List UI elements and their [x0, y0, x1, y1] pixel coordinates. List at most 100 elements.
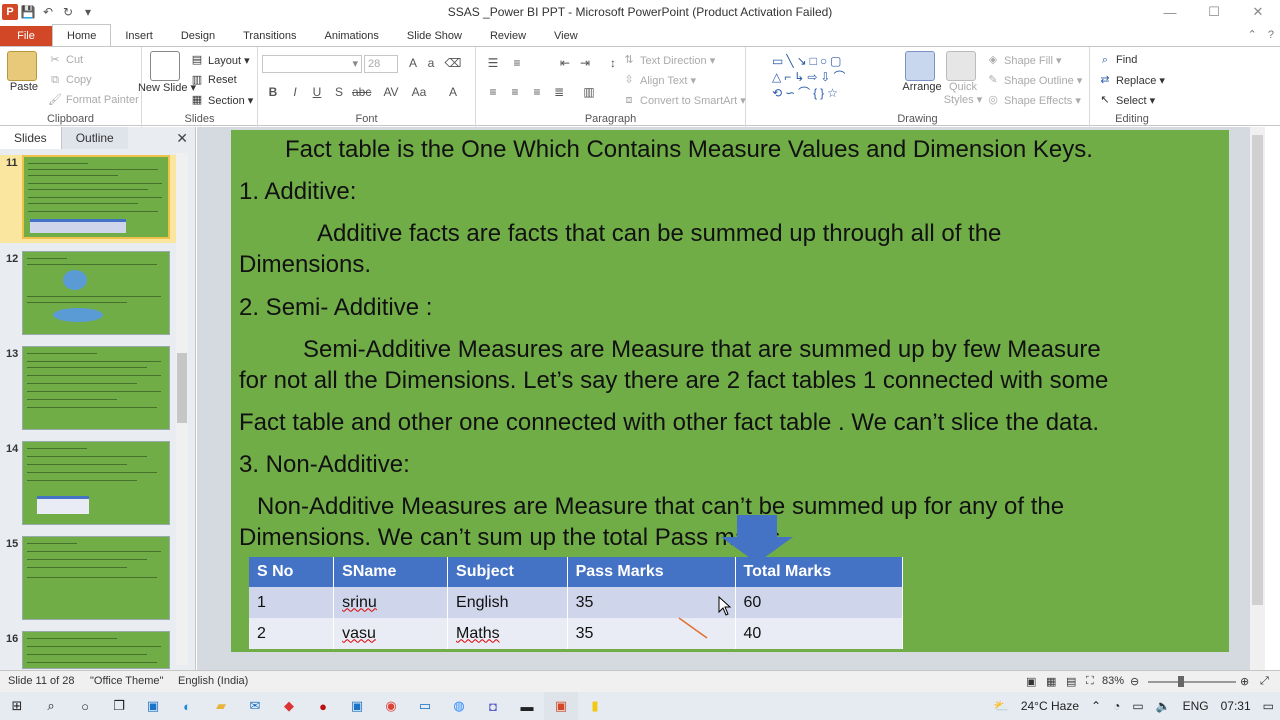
shape-effects-button[interactable]: ◎ Shape Effects ▾ — [986, 93, 1081, 107]
notifications-icon[interactable]: ▭ — [1263, 699, 1274, 713]
language[interactable]: English (India) — [178, 675, 248, 687]
numbering-icon[interactable]: ≡ — [508, 56, 526, 70]
reset-button[interactable]: ▥ Reset — [190, 73, 237, 87]
file-explorer-icon[interactable]: ▰ — [204, 692, 238, 720]
close-button[interactable]: ✕ — [1236, 0, 1280, 24]
line-shape-icon[interactable]: ╲ — [786, 54, 796, 68]
input-language[interactable]: ENG — [1183, 699, 1209, 713]
down-arrow-shape-icon[interactable]: ⇩ — [820, 70, 833, 84]
battery-icon[interactable]: ▭ — [1132, 699, 1143, 713]
decrease-indent-icon[interactable]: ⇤ — [556, 56, 574, 70]
minimize-ribbon-icon[interactable]: ⌃ — [1248, 29, 1257, 41]
shrink-font-icon[interactable]: a — [422, 56, 440, 70]
textbox-shape-icon[interactable]: ▭ — [772, 54, 786, 68]
bullets-icon[interactable]: ☰ — [484, 56, 502, 70]
arrow-line-shape-icon[interactable]: ↘ — [797, 54, 810, 68]
chrome-icon[interactable]: ◉ — [374, 692, 408, 720]
slide-sorter-icon[interactable]: ▦ — [1046, 675, 1056, 688]
windows-start-icon[interactable]: ⊞ — [0, 692, 34, 720]
font-name-box[interactable]: ▾ — [262, 55, 362, 73]
tab-file[interactable]: File — [0, 26, 52, 46]
columns-icon[interactable]: ▥ — [580, 85, 598, 99]
grow-font-icon[interactable]: A — [404, 56, 422, 70]
edge-icon[interactable]: ◐ — [170, 692, 204, 720]
text-direction-button[interactable]: ⇅ Text Direction ▾ — [622, 53, 715, 67]
new-slide-button[interactable]: New Slide ▾ — [138, 51, 196, 94]
store-icon[interactable]: ▣ — [136, 692, 170, 720]
bold-icon[interactable]: B — [264, 85, 282, 99]
slide-canvas[interactable]: Fact table is the One Which Contains Mea… — [231, 130, 1229, 652]
oval-shape-icon[interactable]: ○ — [820, 54, 830, 68]
tab-animations[interactable]: Animations — [311, 26, 393, 46]
tray-chevron-icon[interactable]: ⌃ — [1091, 699, 1101, 713]
align-center-icon[interactable]: ≡ — [506, 85, 524, 99]
panel-scrollbar-thumb[interactable] — [177, 353, 187, 423]
section-button[interactable]: ▦ Section ▾ — [190, 93, 253, 107]
weather-icon[interactable]: ⛅ — [994, 699, 1009, 713]
align-left-icon[interactable]: ≡ — [484, 85, 502, 99]
tab-insert[interactable]: Insert — [111, 26, 167, 46]
increase-indent-icon[interactable]: ⇥ — [576, 56, 594, 70]
tab-home[interactable]: Home — [52, 24, 112, 46]
align-right-icon[interactable]: ≡ — [528, 85, 546, 99]
slide-thumbnail[interactable]: 14 — [0, 441, 180, 529]
panel-scrollbar[interactable] — [176, 153, 188, 665]
search-icon[interactable]: ⌕ — [34, 692, 68, 720]
tab-view[interactable]: View — [540, 26, 592, 46]
select-button[interactable]: ↖ Select ▾ — [1098, 93, 1155, 107]
powerbi-icon[interactable]: ▮ — [578, 692, 612, 720]
change-case-icon[interactable]: Aa — [410, 85, 428, 99]
tab-review[interactable]: Review — [476, 26, 540, 46]
font-size-box[interactable]: 28 — [364, 55, 398, 73]
format-painter-button[interactable]: 🖌 Format Painter — [48, 93, 139, 107]
normal-view-icon[interactable]: ▣ — [1026, 675, 1036, 688]
replace-button[interactable]: ⇄ Replace ▾ — [1098, 73, 1165, 87]
tab-slide-show[interactable]: Slide Show — [393, 26, 476, 46]
shapes-gallery[interactable]: ▭╲↘□○▢ △⌐↳⇨⇩⌒ ⟲∽⌒{}☆ — [772, 53, 888, 103]
clock[interactable]: 07:31 — [1221, 699, 1251, 713]
volume-icon[interactable]: 🔈 — [1156, 699, 1171, 713]
fit-slide-icon[interactable]: ⤢ — [1260, 675, 1269, 688]
star-shape-icon[interactable]: ☆ — [827, 86, 841, 100]
rectangle-shape-icon[interactable]: □ — [810, 54, 820, 68]
record-icon[interactable]: ● — [306, 692, 340, 720]
minimize-button[interactable]: — — [1148, 0, 1192, 24]
down-arrow-shape[interactable] — [721, 515, 793, 563]
rounded-rect-shape-icon[interactable]: ▢ — [830, 54, 844, 68]
justify-icon[interactable]: ≣ — [550, 85, 568, 99]
teams-icon[interactable]: ◘ — [476, 692, 510, 720]
shadow-icon[interactable]: S — [330, 85, 348, 99]
zoom-app-icon[interactable]: ◍ — [442, 692, 476, 720]
tab-outline[interactable]: Outline — [61, 127, 128, 149]
help-icon[interactable]: ? — [1268, 29, 1274, 41]
curve-shape-icon[interactable]: ∽ — [785, 86, 798, 100]
reading-view-icon[interactable]: ▤ — [1066, 675, 1076, 688]
tab-transitions[interactable]: Transitions — [229, 26, 310, 46]
quick-styles-button[interactable]: Quick Styles ▾ — [944, 51, 982, 106]
char-spacing-icon[interactable]: AV — [382, 85, 400, 99]
shape-outline-button[interactable]: ✎ Shape Outline ▾ — [986, 73, 1082, 87]
tab-design[interactable]: Design — [167, 26, 229, 46]
paste-button[interactable]: Paste — [6, 51, 42, 93]
slide-thumbnail[interactable]: 11 — [0, 155, 180, 243]
mail-icon[interactable]: ✉ — [238, 692, 272, 720]
close-panel-icon[interactable]: ✕ — [176, 130, 188, 147]
triangle-shape-icon[interactable]: △ — [772, 70, 784, 84]
vpn-icon[interactable]: ▣ — [340, 692, 374, 720]
slideshow-icon[interactable]: ⛶ — [1086, 675, 1094, 688]
elbow-arrow-icon[interactable]: ↳ — [794, 70, 807, 84]
convert-smartart-button[interactable]: ⧈ Convert to SmartArt ▾ — [622, 93, 746, 107]
brace-shape-icon[interactable]: ⟲ — [772, 86, 785, 100]
copy-button[interactable]: ⧉ Copy — [48, 73, 92, 87]
cortana-icon[interactable]: ○ — [68, 692, 102, 720]
align-text-button[interactable]: ⇳ Align Text ▾ — [622, 73, 696, 87]
find-button[interactable]: ⌕ Find — [1098, 53, 1138, 67]
italic-icon[interactable]: I — [286, 85, 304, 99]
slide-thumbnail[interactable]: 13 — [0, 346, 180, 434]
zoom-slider-thumb[interactable] — [1178, 676, 1184, 687]
slide-thumbnail[interactable]: 15 — [0, 536, 180, 624]
wifi-icon[interactable]: ◔ — [1113, 699, 1120, 713]
slide-thumbnail[interactable]: 12 — [0, 251, 180, 339]
weather-text[interactable]: 24°C Haze — [1021, 699, 1079, 713]
shape-fill-button[interactable]: ◈ Shape Fill ▾ — [986, 53, 1062, 67]
